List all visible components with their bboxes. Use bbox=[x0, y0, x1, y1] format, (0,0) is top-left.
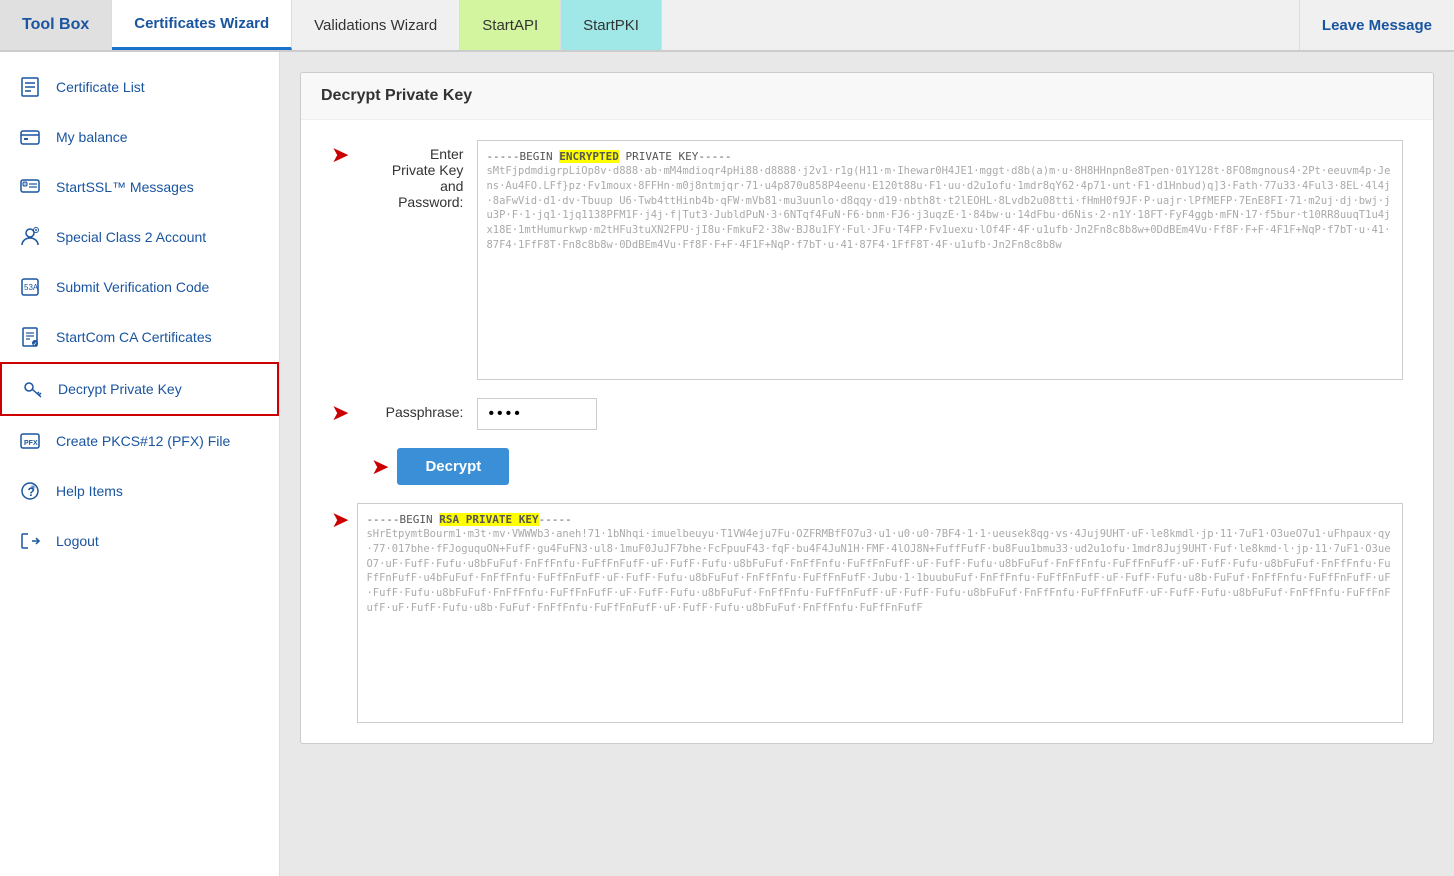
nav-tab-toolbox[interactable]: Tool Box bbox=[0, 0, 112, 50]
private-key-field: -----BEGIN ENCRYPTED PRIVATE KEY-----sMt… bbox=[477, 140, 1403, 380]
panel-body: ➤ EnterPrivate KeyandPassword: -----BEGI… bbox=[301, 120, 1433, 743]
my-balance-label: My balance bbox=[56, 129, 128, 145]
create-pkcs12-icon: PFX bbox=[16, 427, 44, 455]
certificate-list-label: Certificate List bbox=[56, 79, 145, 95]
help-items-label: Help Items bbox=[56, 483, 123, 499]
special-class-label: Special Class 2 Account bbox=[56, 229, 206, 245]
startcom-ca-label: StartCom CA Certificates bbox=[56, 329, 212, 345]
create-pkcs12-label: Create PKCS#12 (PFX) File bbox=[56, 433, 230, 449]
nav-tab-leave-message[interactable]: Leave Message bbox=[1299, 0, 1454, 50]
sidebar-item-logout[interactable]: Logout bbox=[0, 516, 279, 566]
nav-tab-startpki[interactable]: StartPKI bbox=[561, 0, 662, 50]
private-key-textarea[interactable]: -----BEGIN ENCRYPTED PRIVATE KEY-----sMt… bbox=[477, 140, 1403, 380]
logout-icon bbox=[16, 527, 44, 555]
sidebar-item-special-class[interactable]: Special Class 2 Account bbox=[0, 212, 279, 262]
decrypt-key-icon bbox=[18, 375, 46, 403]
logout-label: Logout bbox=[56, 533, 99, 549]
sidebar-item-my-balance[interactable]: My balance bbox=[0, 112, 279, 162]
help-icon: ? bbox=[16, 477, 44, 505]
input-arrow-indicator: ➤ bbox=[331, 144, 349, 166]
my-balance-icon bbox=[16, 123, 44, 151]
startssl-messages-label: StartSSL™ Messages bbox=[56, 179, 194, 195]
passphrase-label: Passphrase: bbox=[357, 398, 477, 420]
passphrase-input[interactable] bbox=[477, 398, 597, 430]
startcom-ca-icon: ✓ bbox=[16, 323, 44, 351]
submit-verification-label: Submit Verification Code bbox=[56, 279, 209, 295]
private-key-label: EnterPrivate KeyandPassword: bbox=[357, 140, 477, 210]
submit-verification-icon: 53A bbox=[16, 273, 44, 301]
nav-tab-startapi[interactable]: StartAPI bbox=[460, 0, 561, 50]
messages-icon bbox=[16, 173, 44, 201]
panel-title: Decrypt Private Key bbox=[301, 73, 1433, 120]
output-row: ➤ -----BEGIN RSA PRIVATE KEY-----sHrEtpy… bbox=[331, 503, 1403, 723]
passphrase-arrow-indicator: ➤ bbox=[331, 402, 349, 424]
sidebar-item-startcom-ca[interactable]: ✓ StartCom CA Certificates bbox=[0, 312, 279, 362]
content-panel: Decrypt Private Key ➤ EnterPrivate Keyan… bbox=[300, 72, 1434, 744]
svg-text:53A: 53A bbox=[24, 283, 39, 292]
sidebar: Certificate List My balance bbox=[0, 52, 280, 876]
nav-tab-validations-wizard[interactable]: Validations Wizard bbox=[292, 0, 460, 50]
sidebar-item-decrypt-private-key[interactable]: Decrypt Private Key bbox=[0, 362, 279, 416]
svg-text:PFX: PFX bbox=[24, 440, 38, 447]
private-key-input-row: ➤ EnterPrivate KeyandPassword: -----BEGI… bbox=[331, 140, 1403, 380]
certificate-list-icon bbox=[16, 73, 44, 101]
special-class-icon bbox=[16, 223, 44, 251]
sidebar-item-create-pkcs12[interactable]: PFX Create PKCS#12 (PFX) File bbox=[0, 416, 279, 466]
sidebar-item-submit-verification[interactable]: 53A Submit Verification Code bbox=[0, 262, 279, 312]
main-layout: Certificate List My balance bbox=[0, 52, 1454, 876]
nav-tab-certificates-wizard[interactable]: Certificates Wizard bbox=[112, 0, 292, 50]
main-content: Decrypt Private Key ➤ EnterPrivate Keyan… bbox=[280, 52, 1454, 876]
sidebar-item-certificate-list[interactable]: Certificate List bbox=[0, 62, 279, 112]
sidebar-item-help-items[interactable]: ? Help Items bbox=[0, 466, 279, 516]
passphrase-row: ➤ Passphrase: bbox=[331, 398, 1403, 430]
svg-text:✓: ✓ bbox=[33, 342, 37, 348]
decrypt-private-key-label: Decrypt Private Key bbox=[58, 381, 182, 397]
decrypt-button[interactable]: Decrypt bbox=[397, 448, 509, 485]
sidebar-item-startssl-messages[interactable]: StartSSL™ Messages bbox=[0, 162, 279, 212]
decrypt-button-row: ➤ Decrypt bbox=[331, 448, 1403, 485]
output-field: -----BEGIN RSA PRIVATE KEY-----sHrEtpymt… bbox=[357, 503, 1403, 723]
decrypt-arrow-indicator: ➤ bbox=[371, 456, 389, 478]
top-navigation: Tool Box Certificates Wizard Validations… bbox=[0, 0, 1454, 52]
passphrase-field bbox=[477, 398, 1403, 430]
output-arrow-indicator: ➤ bbox=[331, 509, 349, 531]
output-textarea[interactable]: -----BEGIN RSA PRIVATE KEY-----sHrEtpymt… bbox=[357, 503, 1403, 723]
